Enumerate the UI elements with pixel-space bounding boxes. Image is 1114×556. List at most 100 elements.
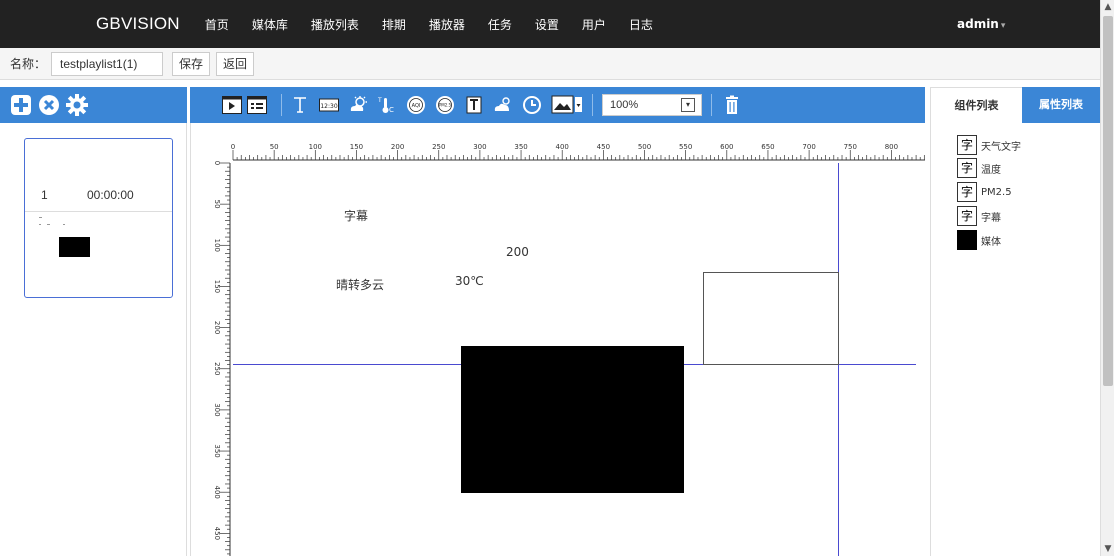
delete-circle-icon[interactable] [38,94,60,116]
ruler-label: 600 [720,143,733,151]
svg-text:PM2.5: PM2.5 [439,103,452,108]
page-scrollbar[interactable]: ▲ ▼ [1100,0,1114,556]
aqi-icon[interactable]: AQI [406,95,426,115]
ruler-label: 100 [213,239,221,252]
widget-empty-frame[interactable] [703,272,839,365]
component-list-panel: 字 天气文字 字 温度 字 PM2.5 字 字幕 媒体 [930,123,1100,556]
component-item-pm25[interactable]: 字 PM2.5 [957,182,1012,202]
card-divider [25,211,172,212]
text-component-icon: 字 [957,135,977,155]
save-button[interactable]: 保存 [172,51,211,76]
ruler-label: 500 [638,143,651,151]
layout-editor-canvas-area: 0 50 100 150 200 250 300 350 400 450 500 550 600 650 7… [190,123,925,556]
ruler-label: 150 [350,143,363,151]
tab-property-list[interactable]: 属性列表 [1022,87,1100,123]
chevron-down-icon: ▾ [1000,21,1006,31]
nav-item-schedule[interactable]: 排期 [382,16,406,33]
nav-item-home[interactable]: 首页 [205,16,229,33]
component-item-subtitle[interactable]: 字 字幕 [957,206,1001,226]
text-component-icon: 字 [957,182,977,202]
list-view-icon[interactable] [247,95,267,115]
nav-item-logs[interactable]: 日志 [629,16,653,33]
widget-subtitle[interactable]: 字幕 [344,207,368,224]
gear-icon[interactable] [66,94,88,116]
thumbnail-mark [39,217,42,218]
editor-toolbar: 12:30 TC AQI PM2.5 100% ▾ [190,87,925,123]
ruler-label: 300 [213,403,221,416]
widget-media[interactable] [461,346,684,493]
right-panel-tabs: 组件列表 属性列表 [930,87,1100,123]
component-label: PM2.5 [981,186,1012,198]
ruler-label: 650 [761,143,774,151]
nav-item-media-library[interactable]: 媒体库 [252,16,288,33]
tab-component-list[interactable]: 组件列表 [930,87,1022,123]
ruler-label: 200 [391,143,404,151]
back-button[interactable]: 返回 [216,51,255,76]
nav-item-players[interactable]: 播放器 [429,16,465,33]
ruler-label: 50 [270,143,279,151]
user-menu[interactable]: admin ▾ [957,17,1005,31]
widget-temperature[interactable]: 30℃ [455,274,484,288]
add-icon[interactable] [10,94,32,116]
widget-pm25[interactable]: 200 [506,245,529,259]
temperature-icon[interactable]: TC [377,95,397,115]
svg-text:AQI: AQI [412,103,421,109]
ruler-label: 550 [679,143,692,151]
ruler-label: 700 [802,143,815,151]
ruler-label: 150 [213,280,221,293]
scroll-up-icon[interactable]: ▲ [1101,0,1114,14]
document-icon[interactable] [464,95,484,115]
ruler-label: 400 [556,143,569,151]
component-item-weather-text[interactable]: 字 天气文字 [957,135,1021,155]
toolbar-divider [711,94,712,116]
toolbar-divider [592,94,593,116]
ruler-label: 450 [597,143,610,151]
svg-text:T: T [377,97,382,104]
ruler-label: 50 [213,200,221,209]
ruler-label: 100 [309,143,322,151]
brand-logo[interactable]: GBVISION [96,14,180,34]
text-component-icon: 字 [957,206,977,226]
ruler-label: 250 [213,362,221,375]
scroll-down-icon[interactable]: ▼ [1101,542,1114,556]
zoom-value: 100% [610,99,639,111]
name-label: 名称： [10,57,47,71]
toolbar-divider [281,94,282,116]
clock-icon[interactable] [522,95,542,115]
clock-digital-icon[interactable]: 12:30 [319,95,339,115]
layout-stage[interactable]: 字幕 200 30℃ 晴转多云 [233,163,925,556]
ruler-label: 750 [844,143,857,151]
user-name: admin [957,17,999,31]
scrollbar-thumb[interactable] [1103,16,1113,386]
pm25-icon[interactable]: PM2.5 [435,95,455,115]
text-component-icon: 字 [957,158,977,178]
zoom-select[interactable]: 100% ▾ [602,94,702,116]
nav-item-playlists[interactable]: 播放列表 [311,16,359,33]
top-navbar: GBVISION 首页 媒体库 播放列表 排期 播放器 任务 设置 用户 日志 … [0,0,1100,48]
playlist-panel: 1 00:00:00 [0,123,187,556]
playlist-item-card[interactable]: 1 00:00:00 [24,138,173,298]
playlist-panel-header [0,87,187,123]
media-component-icon [957,230,977,250]
trash-icon[interactable] [722,95,742,115]
nav-item-tasks[interactable]: 任务 [488,16,512,33]
playlist-name-input[interactable]: testplaylist1(1) [51,51,164,76]
vertical-ruler: 0 50 100 150 200 250 300 350 400 450 [213,161,231,556]
svg-text:12:30: 12:30 [320,103,337,110]
text-icon[interactable] [290,95,310,115]
widget-weather-text[interactable]: 晴转多云 [336,276,384,293]
nav-item-users[interactable]: 用户 [582,16,606,33]
cloud-sun-icon[interactable] [493,95,513,115]
weather-icon[interactable] [348,95,368,115]
ruler-label: 300 [473,143,486,151]
image-dropdown-icon[interactable] [551,95,583,115]
nav-item-settings[interactable]: 设置 [535,16,559,33]
ruler-label: 350 [514,143,527,151]
component-item-temperature[interactable]: 字 温度 [957,158,1001,178]
thumbnail-mark [39,224,41,225]
layout-thumbnail [59,237,90,257]
thumbnail-mark [47,224,50,225]
play-preview-icon[interactable] [222,95,242,115]
component-item-media[interactable]: 媒体 [957,230,1001,250]
component-label: 天气文字 [981,141,1021,153]
